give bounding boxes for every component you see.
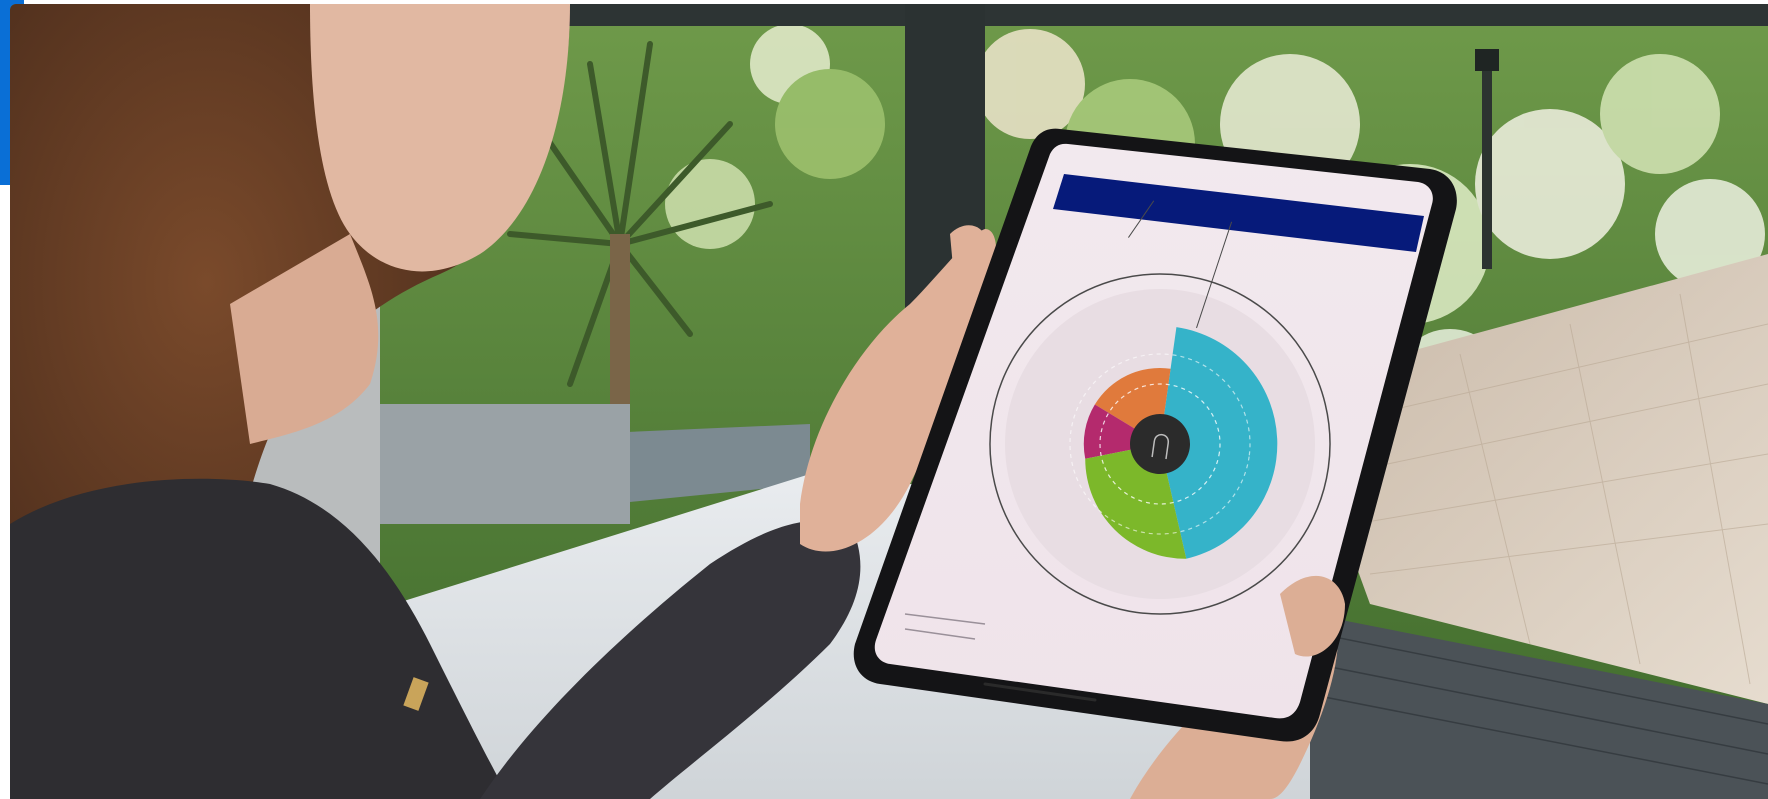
lamp-post [1482,59,1492,269]
palm-trunk [610,234,630,414]
page-frame [0,0,1768,799]
window-ledge [380,404,630,524]
photo [10,4,1768,799]
window-frame-top [410,4,1768,26]
photo-scene [10,4,1768,799]
